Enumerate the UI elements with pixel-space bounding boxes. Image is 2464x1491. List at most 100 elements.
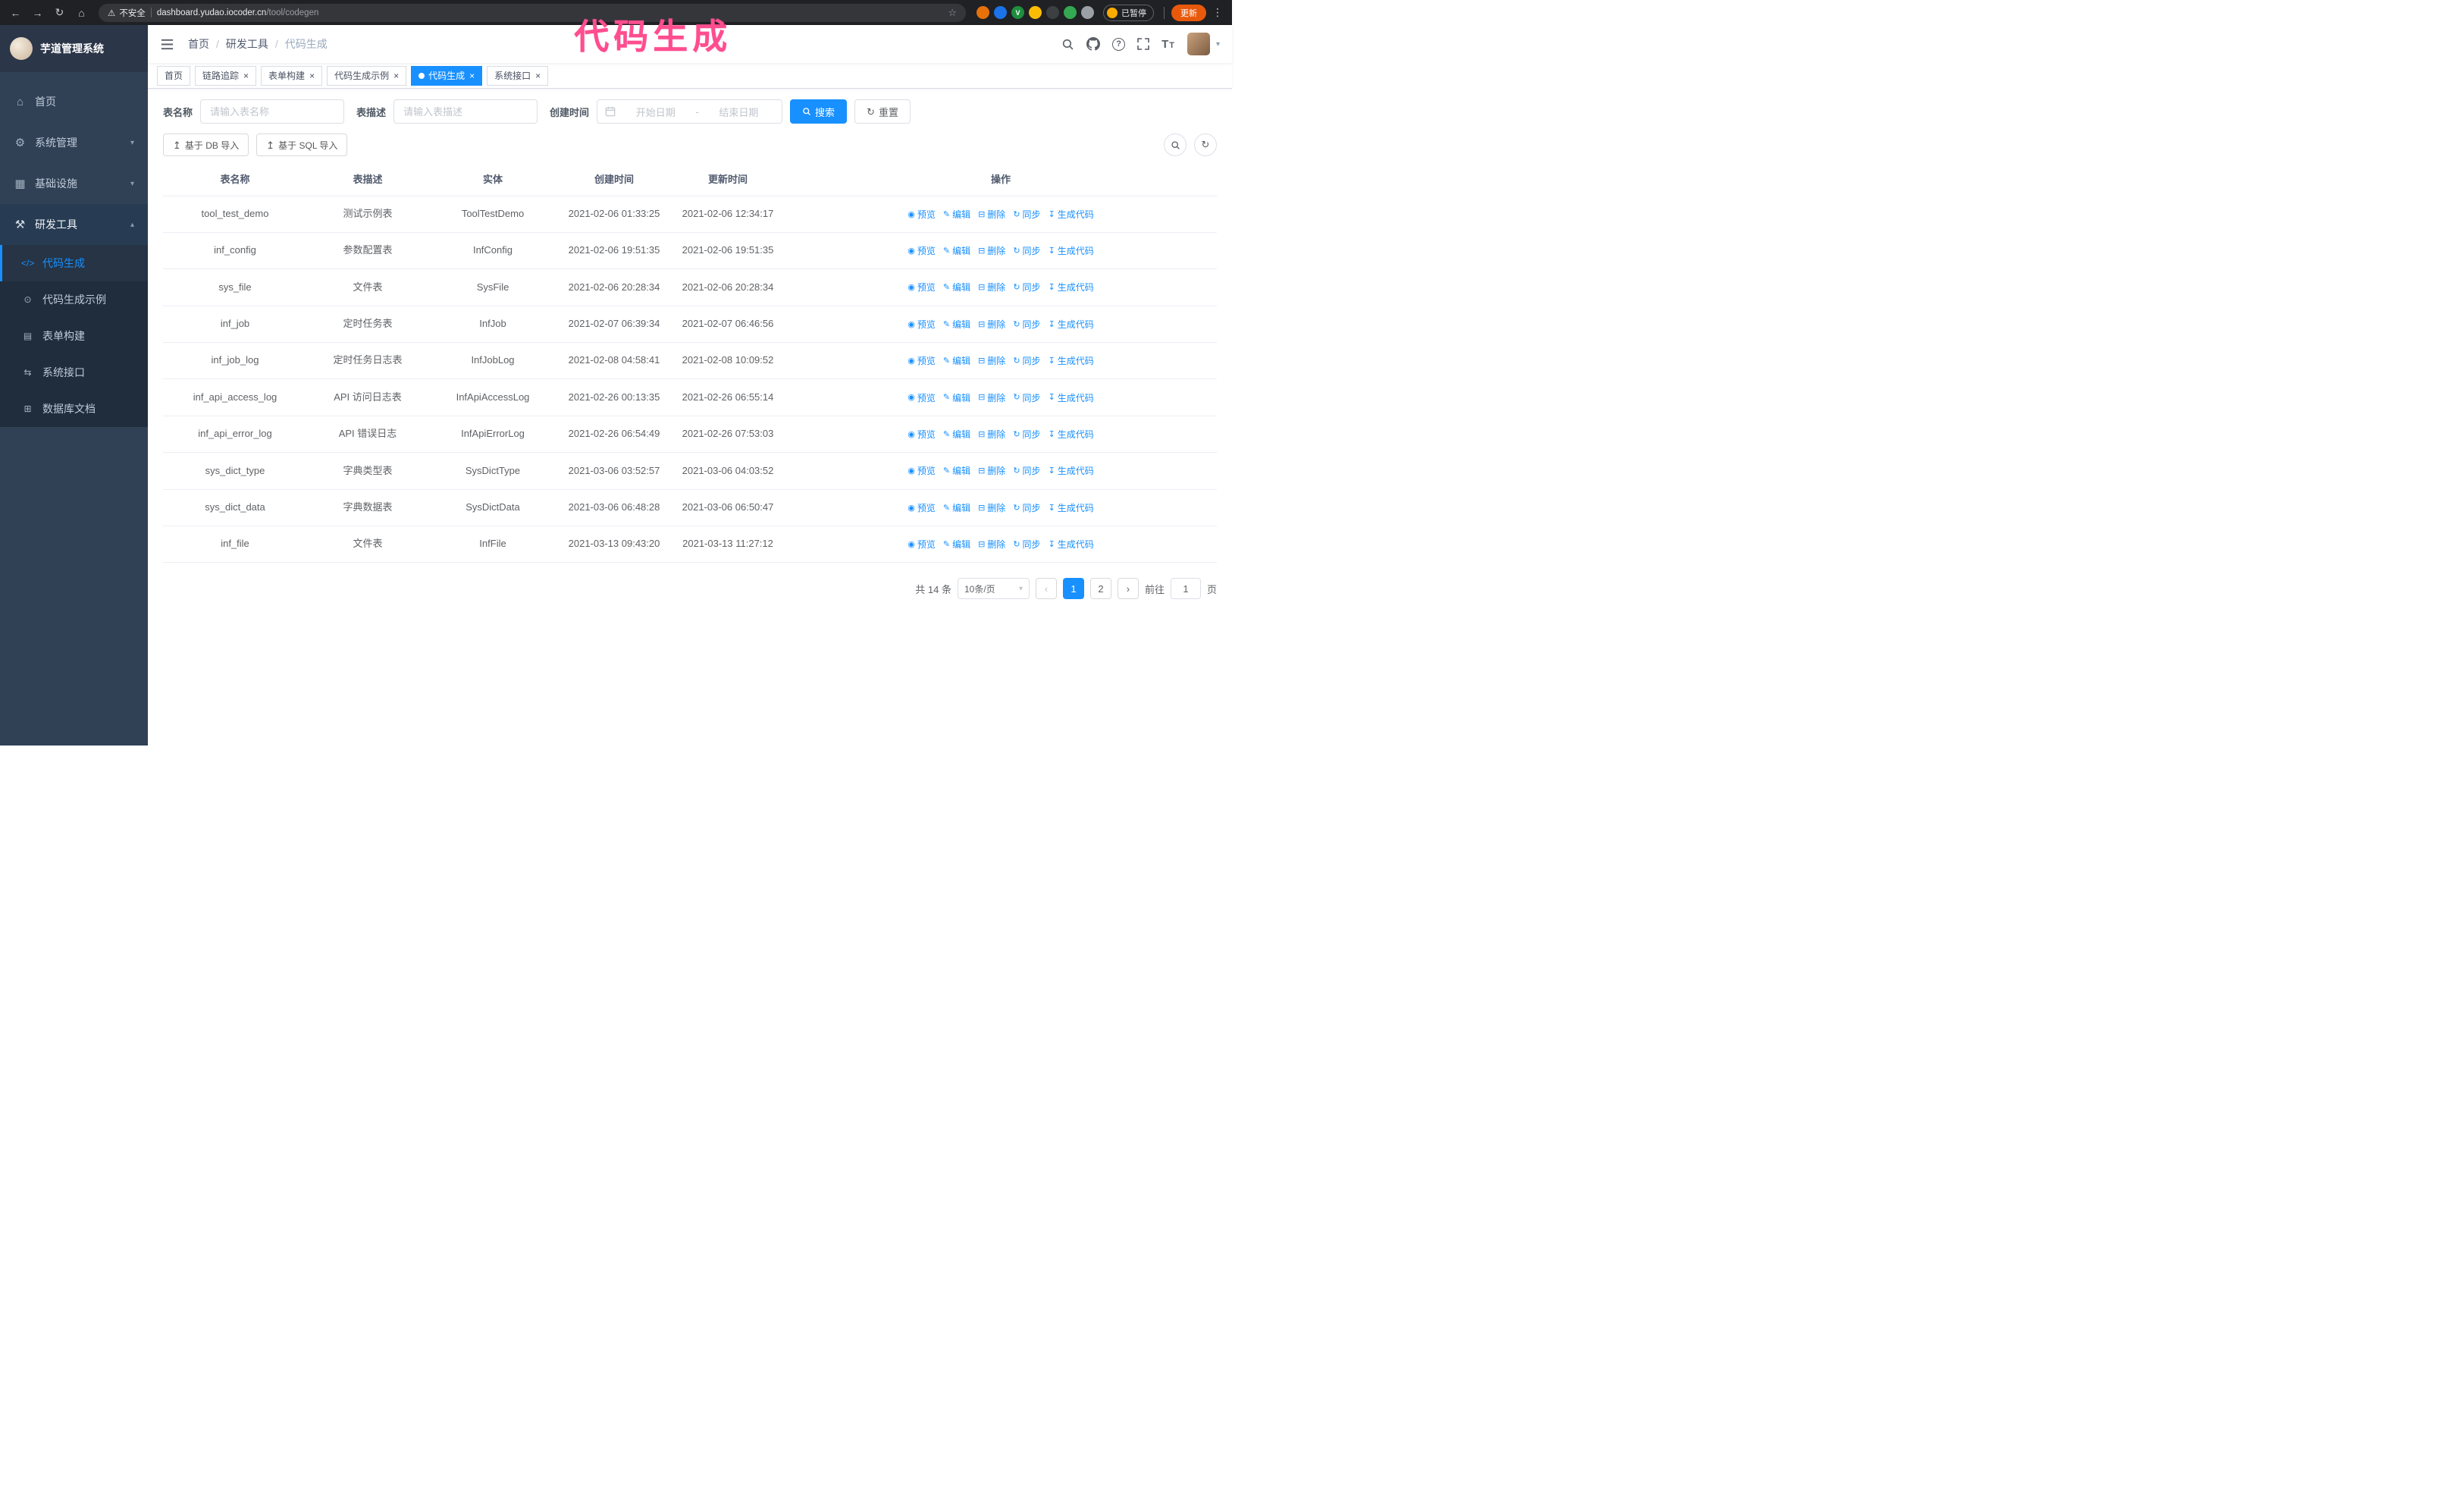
action-generate[interactable]: ↧ 生成代码: [1049, 244, 1094, 259]
action-edit[interactable]: ✎ 编辑: [943, 464, 970, 479]
reset-button[interactable]: ↻ 重置: [854, 99, 911, 124]
close-icon[interactable]: ×: [243, 71, 249, 80]
user-avatar[interactable]: [1187, 33, 1210, 55]
action-generate[interactable]: ↧ 生成代码: [1049, 281, 1094, 295]
forward-icon[interactable]: →: [28, 3, 47, 22]
action-preview[interactable]: ◉ 预览: [908, 428, 936, 442]
sidebar-item-system-api[interactable]: ⇆ 系统接口: [0, 354, 148, 391]
action-edit[interactable]: ✎ 编辑: [943, 391, 970, 406]
tab-codegen[interactable]: 代码生成 ×: [411, 65, 483, 86]
action-generate[interactable]: ↧ 生成代码: [1049, 538, 1094, 552]
action-generate[interactable]: ↧ 生成代码: [1049, 391, 1094, 406]
extension-puzzle-icon[interactable]: [1081, 6, 1094, 19]
action-edit[interactable]: ✎ 编辑: [943, 244, 970, 259]
action-delete[interactable]: ⊟ 删除: [978, 318, 1005, 332]
action-delete[interactable]: ⊟ 删除: [978, 391, 1005, 406]
update-button[interactable]: 更新: [1171, 4, 1206, 21]
table-name-input[interactable]: [200, 99, 345, 124]
close-icon[interactable]: ×: [393, 71, 399, 80]
action-generate[interactable]: ↧ 生成代码: [1049, 464, 1094, 479]
help-icon[interactable]: ?: [1112, 37, 1126, 51]
action-sync[interactable]: ↻ 同步: [1013, 208, 1040, 222]
extension-dark-icon[interactable]: [1046, 6, 1059, 19]
action-delete[interactable]: ⊟ 删除: [978, 464, 1005, 479]
tab-form-builder[interactable]: 表单构建 ×: [261, 65, 323, 86]
action-edit[interactable]: ✎ 编辑: [943, 501, 970, 516]
action-delete[interactable]: ⊟ 删除: [978, 538, 1005, 552]
close-icon[interactable]: ×: [535, 71, 541, 80]
home-icon[interactable]: ⌂: [72, 3, 91, 22]
action-preview[interactable]: ◉ 预览: [908, 391, 936, 406]
sidebar-item-codegen[interactable]: </> 代码生成: [0, 245, 148, 281]
refresh-table-button[interactable]: ↻: [1194, 133, 1217, 156]
back-icon[interactable]: ←: [6, 3, 25, 22]
action-generate[interactable]: ↧ 生成代码: [1049, 354, 1094, 369]
tab-codegen-example[interactable]: 代码生成示例 ×: [327, 65, 407, 86]
action-delete[interactable]: ⊟ 删除: [978, 501, 1005, 516]
page-size-select[interactable]: 10条/页 ▾: [957, 578, 1030, 600]
close-icon[interactable]: ×: [469, 71, 475, 80]
extension-blue-icon[interactable]: [994, 6, 1007, 19]
toggle-search-button[interactable]: [1164, 133, 1187, 156]
action-sync[interactable]: ↻ 同步: [1013, 391, 1040, 406]
browser-menu-icon[interactable]: ⋮: [1209, 6, 1226, 19]
action-generate[interactable]: ↧ 生成代码: [1049, 208, 1094, 222]
action-sync[interactable]: ↻ 同步: [1013, 501, 1040, 516]
reload-icon[interactable]: ↻: [50, 3, 69, 22]
github-icon[interactable]: [1086, 37, 1101, 51]
action-delete[interactable]: ⊟ 删除: [978, 428, 1005, 442]
action-generate[interactable]: ↧ 生成代码: [1049, 501, 1094, 516]
action-generate[interactable]: ↧ 生成代码: [1049, 428, 1094, 442]
import-db-button[interactable]: ↥ 基于 DB 导入: [163, 133, 249, 156]
action-preview[interactable]: ◉ 预览: [908, 501, 936, 516]
action-sync[interactable]: ↻ 同步: [1013, 464, 1040, 479]
action-preview[interactable]: ◉ 预览: [908, 318, 936, 332]
page-button-2[interactable]: 2: [1089, 578, 1111, 600]
tab-tracer[interactable]: 链路追踪 ×: [195, 65, 257, 86]
sidebar-item-db-doc[interactable]: ⊞ 数据库文档: [0, 391, 148, 427]
address-bar[interactable]: ⚠ 不安全 dashboard.yudao.iocoder.cn/tool/co…: [99, 3, 966, 22]
search-icon[interactable]: [1061, 38, 1074, 51]
action-edit[interactable]: ✎ 编辑: [943, 354, 970, 369]
extension-green-v-icon[interactable]: V: [1011, 6, 1024, 19]
next-page-button[interactable]: ›: [1117, 578, 1139, 600]
action-delete[interactable]: ⊟ 删除: [978, 354, 1005, 369]
import-sql-button[interactable]: ↥ 基于 SQL 导入: [256, 133, 348, 156]
breadcrumb-item[interactable]: 首页: [188, 36, 209, 52]
extension-leaf-icon[interactable]: [1064, 6, 1077, 19]
close-icon[interactable]: ×: [309, 71, 315, 80]
action-preview[interactable]: ◉ 预览: [908, 281, 936, 295]
security-indicator[interactable]: ⚠ 不安全: [108, 7, 146, 19]
action-edit[interactable]: ✎ 编辑: [943, 208, 970, 222]
page-button-1[interactable]: 1: [1062, 578, 1084, 600]
action-sync[interactable]: ↻ 同步: [1013, 244, 1040, 259]
prev-page-button[interactable]: ‹: [1035, 578, 1057, 600]
sidebar-item-home[interactable]: ⌂ 首页: [0, 81, 148, 122]
sidebar-item-codegen-example[interactable]: ⊙ 代码生成示例: [0, 281, 148, 318]
tab-system-api[interactable]: 系统接口 ×: [487, 65, 549, 86]
sidebar-item-infrastructure[interactable]: ▦ 基础设施 ▾: [0, 163, 148, 204]
action-preview[interactable]: ◉ 预览: [908, 208, 936, 222]
tab-home[interactable]: 首页: [157, 65, 191, 86]
action-sync[interactable]: ↻ 同步: [1013, 428, 1040, 442]
search-button[interactable]: 搜索: [790, 99, 848, 124]
hamburger-icon[interactable]: [160, 37, 174, 52]
action-generate[interactable]: ↧ 生成代码: [1049, 318, 1094, 332]
extension-grid-icon[interactable]: [1029, 6, 1042, 19]
breadcrumb-item[interactable]: 研发工具: [226, 36, 268, 52]
action-edit[interactable]: ✎ 编辑: [943, 318, 970, 332]
goto-page-input[interactable]: [1170, 578, 1201, 600]
action-preview[interactable]: ◉ 预览: [908, 244, 936, 259]
sidebar-item-form-builder[interactable]: ▤ 表单构建: [0, 318, 148, 354]
action-delete[interactable]: ⊟ 删除: [978, 281, 1005, 295]
action-delete[interactable]: ⊟ 删除: [978, 208, 1005, 222]
sidebar-item-system-manage[interactable]: ⚙ 系统管理 ▾: [0, 122, 148, 163]
action-edit[interactable]: ✎ 编辑: [943, 428, 970, 442]
font-size-icon[interactable]: TT: [1161, 38, 1175, 51]
sidebar-item-dev-tools[interactable]: ⚒ 研发工具 ▴: [0, 204, 148, 245]
action-preview[interactable]: ◉ 预览: [908, 354, 936, 369]
action-edit[interactable]: ✎ 编辑: [943, 538, 970, 552]
action-delete[interactable]: ⊟ 删除: [978, 244, 1005, 259]
paused-badge[interactable]: 已暂停: [1103, 4, 1154, 21]
date-range-picker[interactable]: 开始日期 - 结束日期: [597, 99, 783, 124]
